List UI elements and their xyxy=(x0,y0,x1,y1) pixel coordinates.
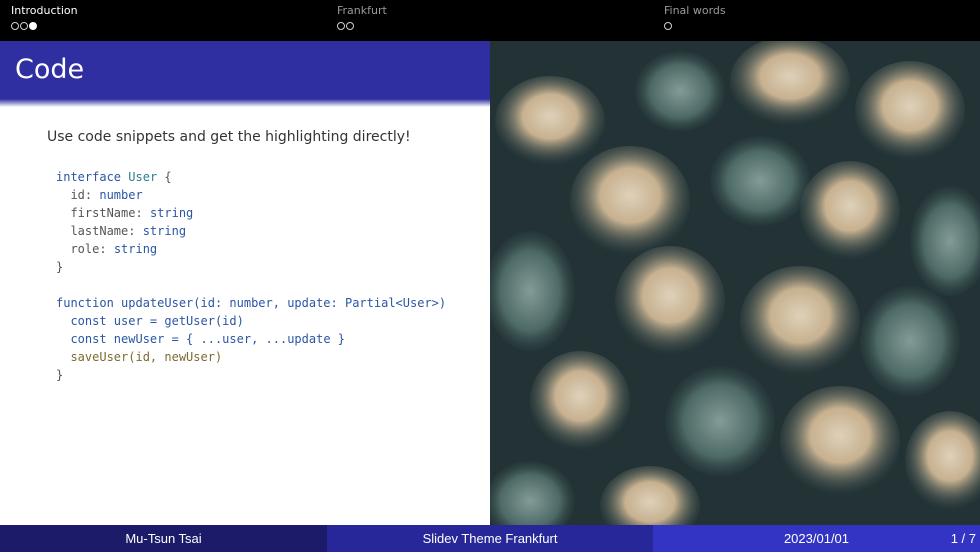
code-line: firstName: string xyxy=(70,206,194,220)
nav-section-title[interactable]: Frankfurt xyxy=(337,4,387,17)
top-navigation: Introduction Frankfurt Final words xyxy=(0,0,980,41)
code-line: } xyxy=(56,368,64,382)
slide-dot[interactable] xyxy=(337,22,345,30)
footer-right: 2023/01/01 1 / 7 xyxy=(653,525,980,552)
nav-dots xyxy=(337,22,354,30)
code-line: function updateUser(id: number, update: … xyxy=(56,296,447,310)
code-line: } xyxy=(56,260,64,274)
code-line: saveUser(id, newUser) xyxy=(70,350,223,364)
slide-dot[interactable] xyxy=(20,22,28,30)
footer-date: 2023/01/01 xyxy=(783,531,850,546)
page-number: 1 / 7 xyxy=(950,531,976,546)
code-line: interface User { xyxy=(56,170,172,184)
slide-footer: Mu-Tsun Tsai Slidev Theme Frankfurt 2023… xyxy=(0,525,980,552)
nav-section-title[interactable]: Final words xyxy=(664,4,726,17)
slide-dot[interactable] xyxy=(346,22,354,30)
nav-dots xyxy=(664,22,672,30)
code-line: const newUser = { ...user, ...update } xyxy=(70,332,345,346)
code-line: const user = getUser(id) xyxy=(70,314,244,328)
header-fade xyxy=(0,99,490,107)
code-line: id: number xyxy=(70,188,143,202)
forest-photo xyxy=(490,41,980,525)
slide-dot[interactable] xyxy=(11,22,19,30)
code-line: lastName: string xyxy=(70,224,187,238)
footer-author: Mu-Tsun Tsai xyxy=(0,525,327,552)
code-block: interface User { id: number firstName: s… xyxy=(56,168,446,384)
intro-text: Use code snippets and get the highlighti… xyxy=(47,129,411,145)
slide-dot-current[interactable] xyxy=(29,22,37,30)
code-line: role: string xyxy=(70,242,158,256)
slide-title: Code xyxy=(15,54,85,85)
nav-dots xyxy=(11,22,37,30)
nav-section-title[interactable]: Introduction xyxy=(11,4,78,17)
slide-dot[interactable] xyxy=(664,22,672,30)
footer-theme: Slidev Theme Frankfurt xyxy=(327,525,653,552)
